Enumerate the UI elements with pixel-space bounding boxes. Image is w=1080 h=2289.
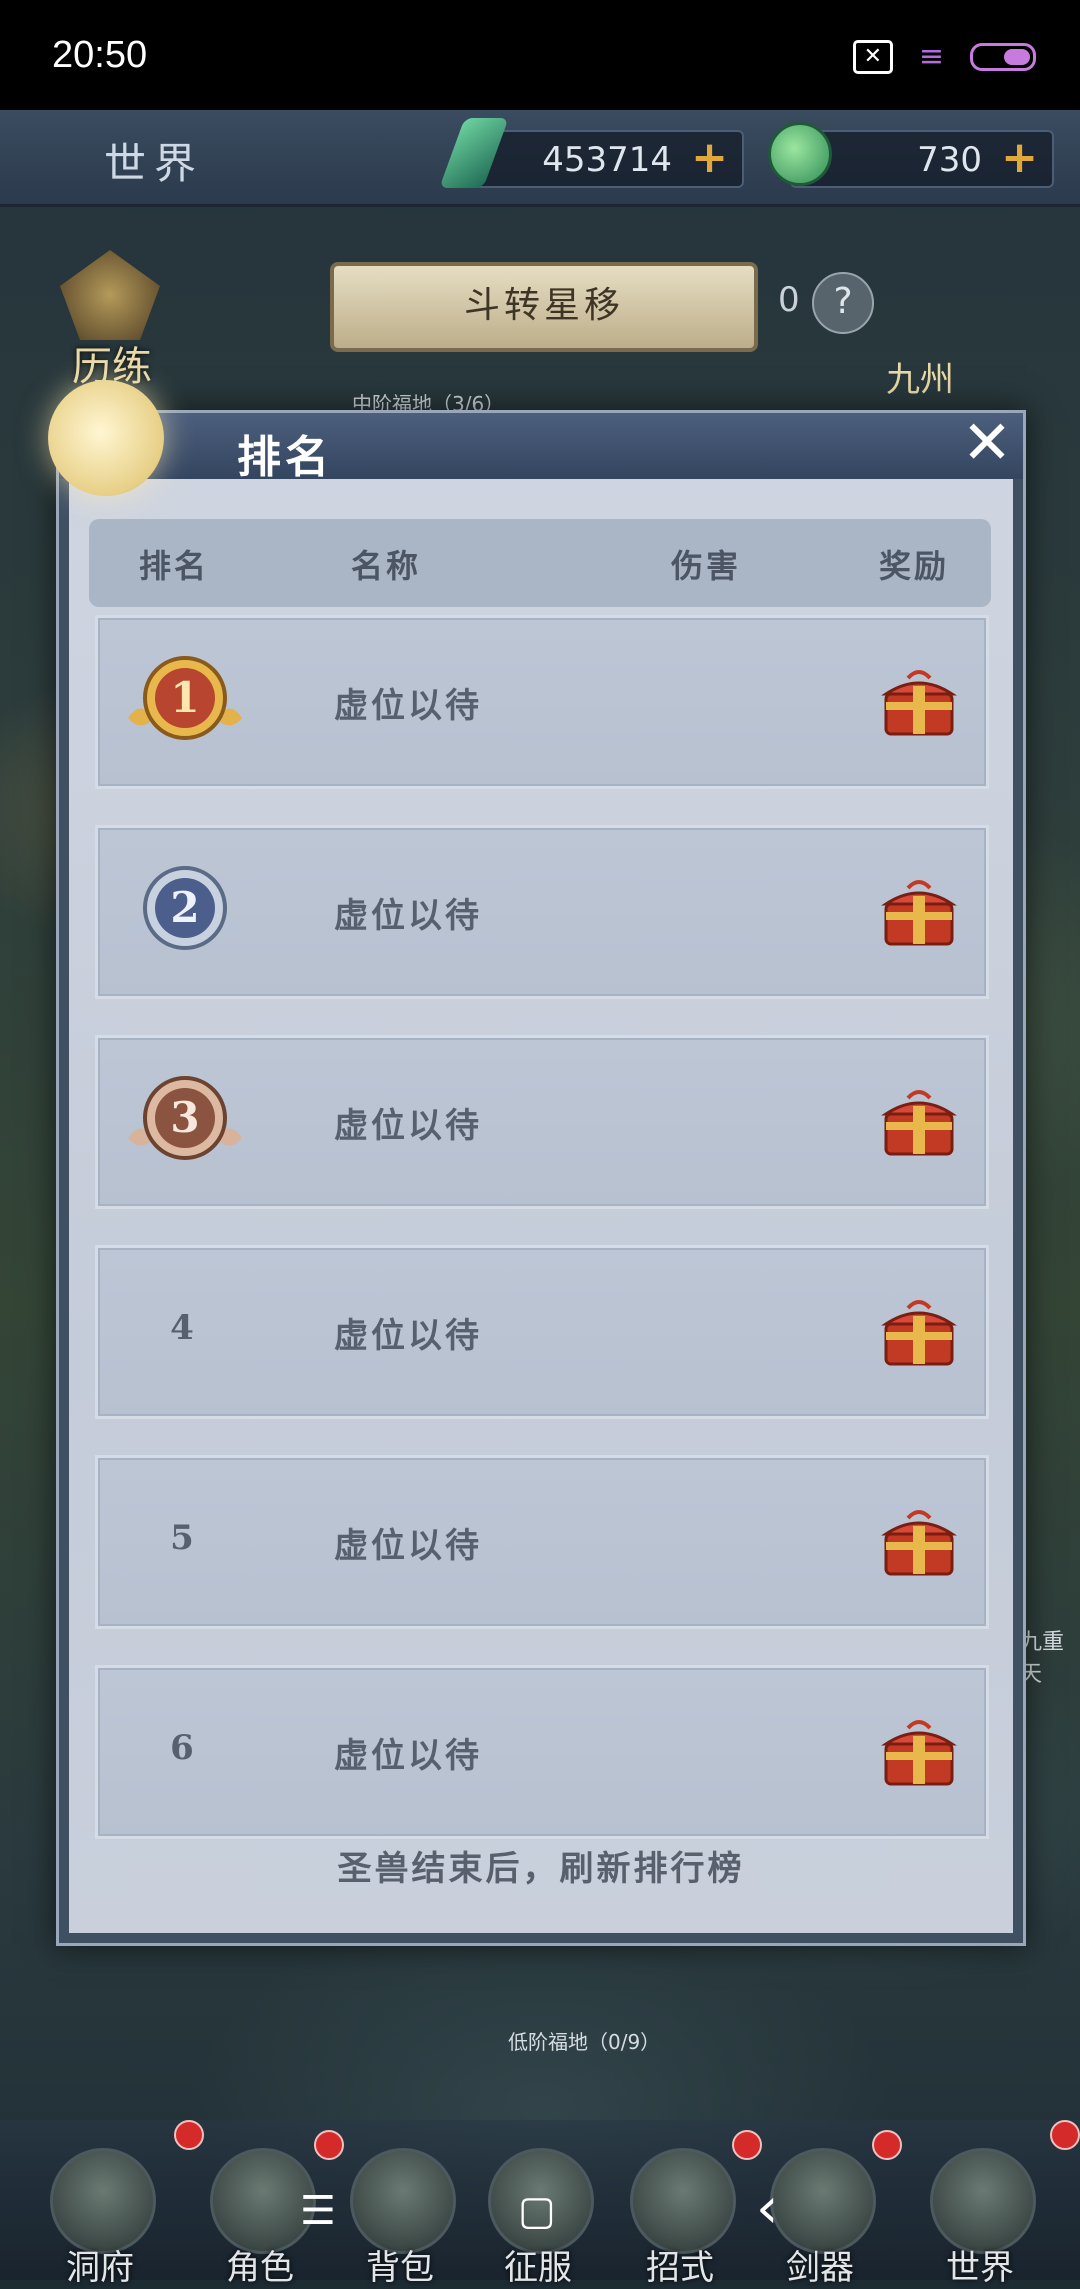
system-back-button[interactable]: ‹ [756, 2176, 778, 2241]
notification-badge [732, 2130, 762, 2160]
nav-world[interactable]: 世界 [920, 2148, 1040, 2288]
currency-gem: 453714 + [470, 130, 744, 188]
reward-chest-icon[interactable] [880, 1296, 958, 1368]
refresh-note: 圣兽结束后，刷新排行榜 [337, 1849, 745, 1889]
system-menu-button[interactable]: ☰ [300, 2188, 336, 2234]
column-rank: 排名 [139, 547, 210, 585]
low-land-label: 低阶福地（0/9） [508, 2030, 661, 2054]
notification-badge [314, 2130, 344, 2160]
moon-ornament-icon [48, 380, 164, 496]
reward-chest-icon[interactable] [880, 666, 958, 738]
reward-chest-icon[interactable] [880, 1086, 958, 1158]
silver-medal-icon: 2 [128, 866, 242, 950]
help-button[interactable]: ? [812, 272, 874, 334]
modal-header: 排名 ✕ [59, 413, 1023, 483]
backpack-icon [350, 2148, 456, 2254]
jiuzhou-label[interactable]: 九州 [886, 352, 954, 401]
add-gem-button[interactable]: + [691, 132, 728, 183]
rank-number: 4 [170, 1308, 194, 1348]
nav-label: 背包 [366, 2248, 434, 2288]
gold-medal-icon: 1 [128, 656, 242, 740]
notification-badge [872, 2130, 902, 2160]
battery-icon [970, 43, 1036, 71]
nav-label: 征服 [504, 2248, 572, 2288]
ranking-row: 2 虚位以待 [95, 825, 989, 999]
close-button[interactable]: ✕ [955, 413, 1019, 477]
reward-chest-icon[interactable] [880, 1506, 958, 1578]
sword-icon [770, 2148, 876, 2254]
status-time: 20:50 [52, 34, 148, 76]
ranking-row: 1 虚位以待 [95, 615, 989, 789]
player-name: 虚位以待 [334, 896, 482, 936]
status-icons: ✕ ≡ [852, 39, 1036, 74]
nav-label: 招式 [646, 2248, 714, 2288]
top-bar: 世界 453714 + 730 + [0, 110, 1080, 207]
ranking-row: 4 虚位以待 [95, 1245, 989, 1419]
player-name: 虚位以待 [334, 1526, 482, 1566]
player-name: 虚位以待 [334, 686, 482, 726]
nav-label: 世界 [946, 2248, 1014, 2288]
ranking-row: 6 虚位以待 [95, 1665, 989, 1839]
rank-number: 1 [170, 673, 199, 722]
bronze-medal-icon: 3 [128, 1076, 242, 1160]
page-title: 世界 [104, 139, 205, 188]
status-bar: 20:50 ✕ ≡ [0, 0, 1080, 110]
nav-label: 角色 [226, 2248, 294, 2288]
nav-label: 洞府 [66, 2248, 134, 2288]
system-home-button[interactable]: ▢ [518, 2188, 556, 2234]
nav-dongfu[interactable]: 洞府 [40, 2148, 160, 2288]
player-name: 虚位以待 [334, 1106, 482, 1146]
dongfu-icon [50, 2148, 156, 2254]
nav-skills[interactable]: 招式 [620, 2148, 740, 2288]
jade-icon [768, 122, 832, 186]
column-header: 排名 名称 伤害 奖励 [89, 519, 991, 607]
reward-chest-icon[interactable] [880, 876, 958, 948]
column-damage: 伤害 [671, 547, 742, 585]
modal-body: 排名 名称 伤害 奖励 1 虚位以待 2 虚位以待 3 虚位以待 4 虚位以待 … [69, 479, 1013, 1933]
reward-chest-icon[interactable] [880, 1716, 958, 1788]
ranking-list[interactable]: 1 虚位以待 2 虚位以待 3 虚位以待 4 虚位以待 5 虚位以待 6 虚位以… [69, 615, 1013, 1845]
ranking-row: 5 虚位以待 [95, 1455, 989, 1629]
modal-title: 排名 [237, 432, 333, 483]
column-name: 名称 [351, 547, 422, 585]
nav-label: 剑器 [786, 2248, 854, 2288]
world-map-icon [930, 2148, 1036, 2254]
notification-badge [1050, 2120, 1080, 2150]
notification-badge [174, 2120, 204, 2150]
column-reward: 奖励 [879, 547, 950, 585]
side-map-label: 九重天 [1020, 1630, 1065, 1687]
scroll-icon [630, 2148, 736, 2254]
player-name: 虚位以待 [334, 1736, 482, 1776]
currency-gem-value: 453714 [542, 140, 672, 180]
ranking-row: 3 虚位以待 [95, 1035, 989, 1209]
event-banner: 斗转星移 [330, 262, 758, 352]
rank-number: 3 [170, 1093, 199, 1142]
close-box-icon: ✕ [852, 40, 893, 74]
ranking-modal: 排名 ✕ 排名 名称 伤害 奖励 1 虚位以待 2 虚位以待 3 虚位以待 4 … [56, 410, 1026, 1946]
nav-backpack[interactable]: 背包 [340, 2148, 460, 2288]
player-name: 虚位以待 [334, 1316, 482, 1356]
menu-lines-icon: ≡ [918, 39, 944, 74]
add-jade-button[interactable]: + [1001, 132, 1038, 183]
currency-jade-value: 730 [917, 140, 982, 180]
rank-number: 2 [170, 883, 199, 932]
rank-number: 6 [170, 1728, 194, 1768]
rank-number: 5 [170, 1518, 194, 1558]
event-count: 0 [778, 280, 800, 320]
